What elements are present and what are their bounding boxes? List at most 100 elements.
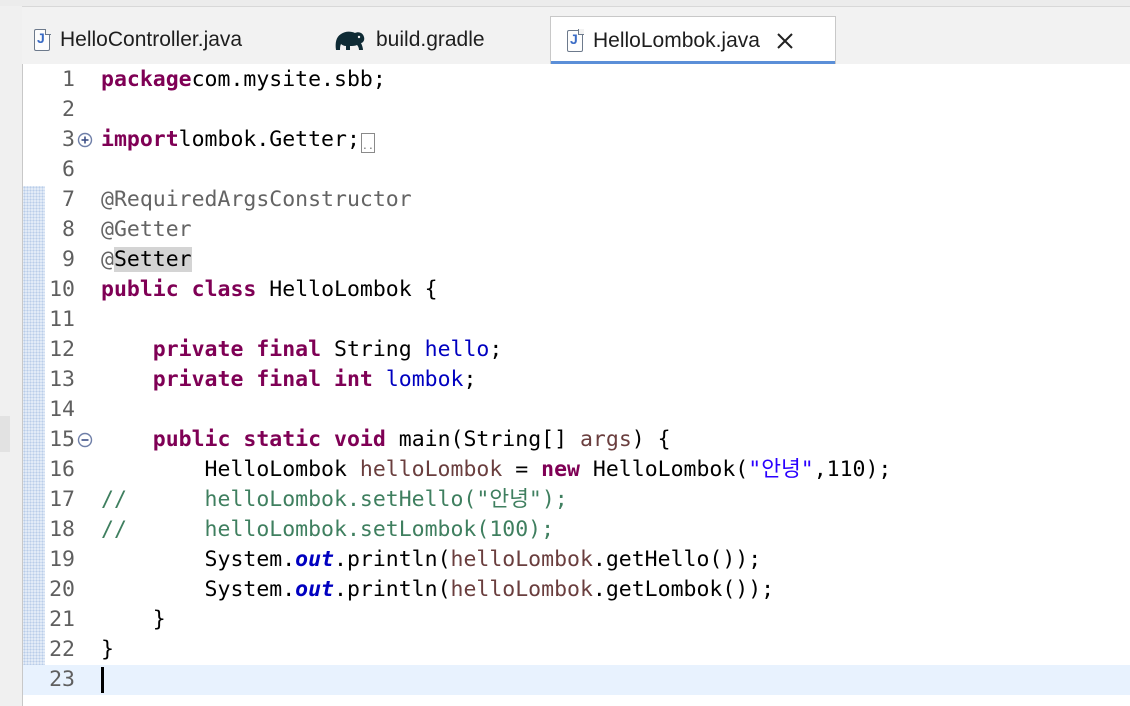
- collapsed-imports-box[interactable]: ..: [360, 133, 375, 153]
- code-token: // helloLombok.setLombok(100);: [101, 517, 555, 542]
- code-token: .getHello());: [592, 547, 762, 572]
- code-text: }: [101, 635, 114, 665]
- side-panel-handle[interactable]: [0, 416, 10, 452]
- fold-expand-icon[interactable]: [77, 132, 93, 148]
- line-number: 15: [49, 427, 75, 452]
- line-number: 1: [62, 67, 75, 92]
- code-token: @RequiredArgsConstructor: [101, 187, 412, 212]
- code-token: @Getter: [101, 217, 192, 242]
- editor-tab-bar: HelloController.java build.gradle HelloL…: [22, 16, 1130, 65]
- line-number: 21: [49, 607, 75, 632]
- code-text: @RequiredArgsConstructor: [101, 185, 412, 215]
- code-line[interactable]: 18 // helloLombok.setLombok(100);: [23, 515, 1130, 545]
- code-line[interactable]: 2: [23, 95, 1130, 125]
- code-token: Setter: [113, 247, 192, 272]
- line-number: 22: [49, 637, 75, 662]
- code-token: out: [295, 547, 335, 572]
- gradle-elephant-icon: [335, 31, 365, 50]
- tab-hello-controller[interactable]: HelloController.java: [34, 16, 324, 64]
- code-line[interactable]: 8 @Getter: [23, 215, 1130, 245]
- code-token: }: [101, 637, 114, 662]
- code-token: ) {: [631, 427, 671, 452]
- tab-hello-lombok[interactable]: HelloLombok.java: [550, 16, 836, 65]
- code-token: public: [152, 427, 231, 452]
- code-token: System.: [101, 577, 296, 602]
- line-number: 19: [49, 547, 75, 572]
- java-file-icon: [567, 29, 584, 52]
- code-line[interactable]: 17 // helloLombok.setHello("안녕");: [23, 485, 1130, 515]
- code-text: @Getter: [101, 215, 192, 245]
- code-token: private: [152, 337, 244, 362]
- code-line[interactable]: 16 HelloLombok helloLombok = new HelloLo…: [23, 455, 1130, 485]
- code-token: ;: [463, 367, 477, 392]
- line-number: 16: [49, 457, 75, 482]
- code-line[interactable]: 15 public static void main(String[] args…: [23, 425, 1130, 455]
- code-token: package: [101, 67, 192, 92]
- fold-collapse-icon[interactable]: [77, 432, 93, 448]
- code-token: HelloLombok(: [579, 457, 749, 482]
- code-token: void: [334, 427, 386, 452]
- code-token: main(String[]: [385, 427, 580, 452]
- code-line[interactable]: 3 importlombok.Getter;..: [23, 125, 1130, 155]
- line-number: 11: [49, 307, 75, 332]
- code-line[interactable]: 14: [23, 395, 1130, 425]
- line-number: 10: [49, 277, 75, 302]
- code-line[interactable]: 13 private final int lombok;: [23, 365, 1130, 395]
- code-line[interactable]: 12 private final String hello;: [23, 335, 1130, 365]
- code-line[interactable]: 20 System.out.println(helloLombok.getLom…: [23, 575, 1130, 605]
- code-token: helloLombok: [450, 577, 593, 602]
- code-token: .getLombok());: [592, 577, 775, 602]
- code-editor[interactable]: 1 packagecom.mysite.sbb; 2 3 importlombok.Ge…: [22, 64, 1130, 706]
- code-token: // helloLombok.setHello("안녕");: [101, 487, 568, 512]
- code-text: HelloLombok helloLombok = new HelloLombo…: [101, 455, 892, 485]
- code-token: HelloLombok {: [256, 277, 438, 302]
- code-token: private: [152, 367, 244, 392]
- code-text: System.out.println(helloLombok.getHello(…: [101, 545, 762, 575]
- left-side-panel: [0, 6, 22, 706]
- code-token: hello: [424, 337, 490, 362]
- eclipse-window: HelloController.java build.gradle HelloL…: [0, 0, 1130, 706]
- code-line[interactable]: 21 }: [23, 605, 1130, 635]
- code-token: public: [101, 277, 179, 302]
- code-line[interactable]: 11: [23, 305, 1130, 335]
- line-number: 23: [49, 667, 75, 692]
- code-token: System.: [101, 547, 296, 572]
- close-icon: [777, 32, 793, 49]
- line-number: 8: [62, 217, 75, 242]
- code-token: int: [334, 367, 373, 392]
- code-line[interactable]: 10 public class HelloLombok {: [23, 275, 1130, 305]
- tab-build-gradle[interactable]: build.gradle: [332, 16, 542, 64]
- line-number: 18: [49, 517, 75, 542]
- code-line[interactable]: 9 @Setter: [23, 245, 1130, 275]
- code-line[interactable]: 23: [23, 665, 1130, 695]
- line-number: 3: [62, 127, 75, 152]
- text-caret: [101, 667, 104, 693]
- code-line[interactable]: 1 packagecom.mysite.sbb;: [23, 65, 1130, 95]
- close-tab-button[interactable]: [774, 30, 796, 52]
- line-number: 13: [49, 367, 75, 392]
- code-token: com.mysite.sbb;: [191, 67, 386, 92]
- code-text: }: [101, 605, 166, 635]
- code-text: System.out.println(helloLombok.getLombok…: [101, 575, 775, 605]
- code-token: }: [101, 607, 166, 632]
- code-token: class: [191, 277, 257, 302]
- code-line[interactable]: 22}: [23, 635, 1130, 665]
- tab-label: build.gradle: [376, 28, 485, 51]
- code-token: helloLombok: [450, 547, 593, 572]
- code-line[interactable]: 7 @RequiredArgsConstructor: [23, 185, 1130, 215]
- code-text: public static void main(String[] args) {: [101, 425, 671, 455]
- code-token: import: [101, 127, 179, 152]
- tab-label: HelloLombok.java: [593, 28, 760, 52]
- code-token: final: [256, 337, 322, 362]
- code-text: private final int lombok;: [101, 365, 477, 395]
- code-token: lombok: [385, 367, 464, 392]
- code-text: @Setter: [101, 245, 192, 275]
- code-line[interactable]: 6: [23, 155, 1130, 185]
- code-line[interactable]: 19 System.out.println(helloLombok.getHel…: [23, 545, 1130, 575]
- code-token: ,110);: [813, 457, 892, 482]
